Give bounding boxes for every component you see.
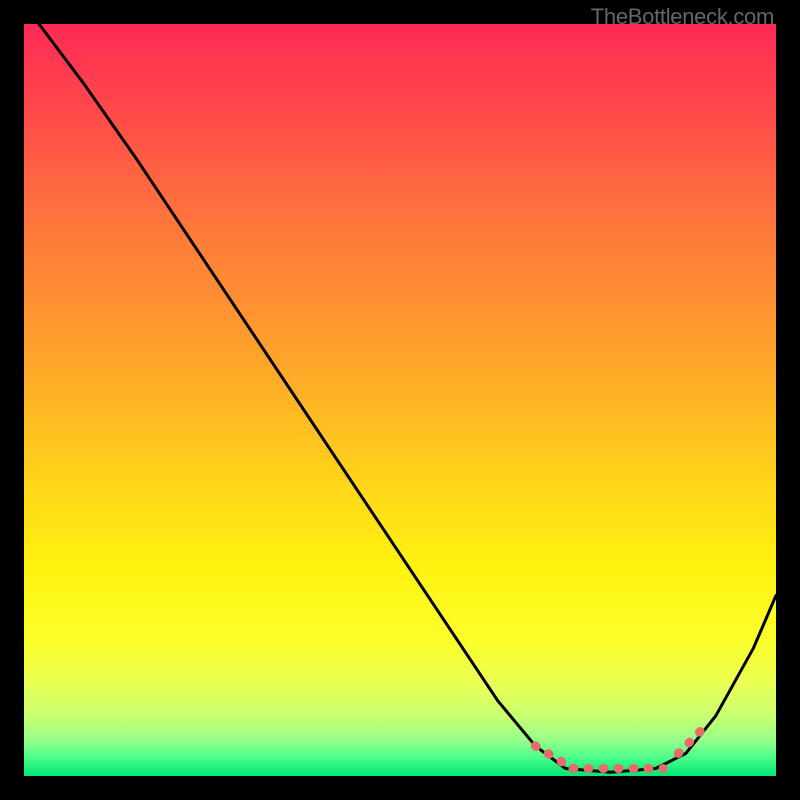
gradient-background	[24, 24, 776, 776]
chart-plot-area	[24, 24, 776, 776]
